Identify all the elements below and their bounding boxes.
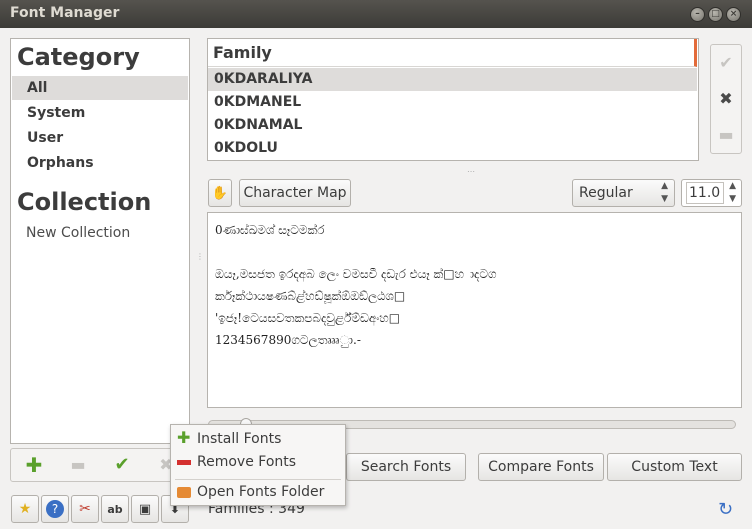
help-icon: ? xyxy=(46,500,64,518)
maximize-icon[interactable]: □ xyxy=(708,7,723,22)
family-row[interactable]: 0KDNAMAL xyxy=(208,114,697,137)
category-heading: Category xyxy=(17,43,140,71)
favorite-button[interactable]: ★ xyxy=(11,495,39,523)
style-select[interactable]: Regular ▲ ▼ xyxy=(572,179,675,207)
plus-icon: ✚ xyxy=(177,428,191,447)
collection-heading: Collection xyxy=(17,188,152,216)
menu-item-label: Open Fonts Folder xyxy=(197,484,325,500)
spin-arrows-icon: ▲ ▼ xyxy=(729,181,736,204)
search-fonts-button[interactable]: Search Fonts xyxy=(346,453,466,481)
close-icon[interactable]: × xyxy=(726,7,741,22)
star-icon: ★ xyxy=(18,501,32,517)
menu-item-label: Remove Fonts xyxy=(197,454,297,470)
category-item-user[interactable]: User xyxy=(12,126,188,150)
menu-item-remove-fonts[interactable]: Remove Fonts xyxy=(171,451,345,473)
menu-item-open-fonts-folder[interactable]: Open Fonts Folder xyxy=(171,481,345,503)
preferences-button[interactable]: ✂ xyxy=(71,495,99,523)
category-item-orphans[interactable]: Orphans xyxy=(12,151,188,175)
splitter-handle[interactable]: ⋯ xyxy=(467,167,475,176)
preview-line: ර්කෑක්ථායෂණබ්ළ්හඩ්ෂූක්ඕඔඞ්ලඨශ□ xyxy=(215,289,406,303)
size-value: 11.0 xyxy=(686,182,724,204)
family-row[interactable]: 0KDMANEL xyxy=(208,91,697,114)
folder-icon xyxy=(177,487,191,498)
font-info-button[interactable]: ab xyxy=(101,495,129,523)
save-button[interactable]: ▣ xyxy=(131,495,159,523)
font-preview[interactable]: 0ණාඝ්ඛමශ් සෑටමක්ර ඔයෑ,මසජත ඉරදඅබ ලෙං වමස… xyxy=(207,212,742,408)
collection-toolbar: ✚ ▬ ✔ ✖ xyxy=(10,448,190,482)
compare-fonts-button[interactable]: Compare Fonts xyxy=(478,453,604,481)
preview-line: 1234567890ගටලතෘෲුා.- xyxy=(215,333,361,347)
window-title: Font Manager xyxy=(10,5,120,21)
category-panel: Category All System User Orphans Collect… xyxy=(10,38,190,444)
category-item-all[interactable]: All xyxy=(12,76,188,100)
refresh-icon[interactable]: ↻ xyxy=(718,499,733,520)
minus-icon xyxy=(177,460,191,465)
check-icon[interactable]: ✔ xyxy=(711,45,741,81)
title-bar: Font Manager – □ × xyxy=(0,0,752,28)
menu-item-install-fonts[interactable]: ✚ Install Fonts xyxy=(171,428,345,450)
menu-separator xyxy=(175,479,341,480)
custom-text-button[interactable]: Custom Text xyxy=(607,453,742,481)
family-column-header[interactable]: Family xyxy=(208,39,697,67)
family-row[interactable]: 0KDARALIYA xyxy=(208,68,697,91)
preview-line: 'ඉජෑ!ටෙයසවතකපබදවුර්ළ්ම්ඩඅංහ□ xyxy=(215,311,401,325)
apply-icon[interactable]: ✔ xyxy=(113,456,131,474)
x-icon[interactable]: ✖ xyxy=(711,81,741,117)
hand-icon: ✋ xyxy=(211,186,229,201)
family-list: Family 0KDARALIYA 0KDMANEL 0KDNAMAL 0KDO… xyxy=(207,38,699,161)
family-row[interactable]: 0KDOLU xyxy=(208,137,697,160)
style-value: Regular xyxy=(579,185,633,201)
preview-line xyxy=(215,241,734,263)
help-button[interactable]: ? xyxy=(41,495,69,523)
family-side-toolbar: ✔ ✖ ▬ xyxy=(710,44,742,154)
font-info-icon: ab xyxy=(107,503,123,516)
tools-icon: ✂ xyxy=(79,501,91,517)
minimize-icon[interactable]: – xyxy=(690,7,705,22)
preview-line: 0ණාඝ්ඛමශ් සෑටමක්ර xyxy=(215,223,325,237)
preview-line: ඔයෑ,මසජත ඉරදඅබ ලෙං වමසවී දඩැර එයෑ ක්□හ ා… xyxy=(215,267,497,281)
add-icon[interactable]: ✚ xyxy=(25,455,43,475)
chevron-updown-icon: ▲ ▼ xyxy=(661,181,668,204)
menu-item-label: Install Fonts xyxy=(197,431,282,447)
minus-icon[interactable]: ▬ xyxy=(711,117,741,153)
character-map-button[interactable]: Character Map xyxy=(239,179,351,207)
size-spinner[interactable]: 11.0 ▲ ▼ xyxy=(681,179,742,207)
category-item-system[interactable]: System xyxy=(12,101,188,125)
install-context-menu: ✚ Install Fonts Remove Fonts Open Fonts … xyxy=(170,424,346,506)
preview-mode-button[interactable]: ✋ xyxy=(208,179,232,207)
splitter-handle-vertical[interactable]: ⋮ xyxy=(196,252,204,261)
collection-item-new[interactable]: New Collection xyxy=(26,225,130,241)
save-icon: ▣ xyxy=(138,502,152,517)
remove-icon[interactable]: ▬ xyxy=(69,456,87,474)
